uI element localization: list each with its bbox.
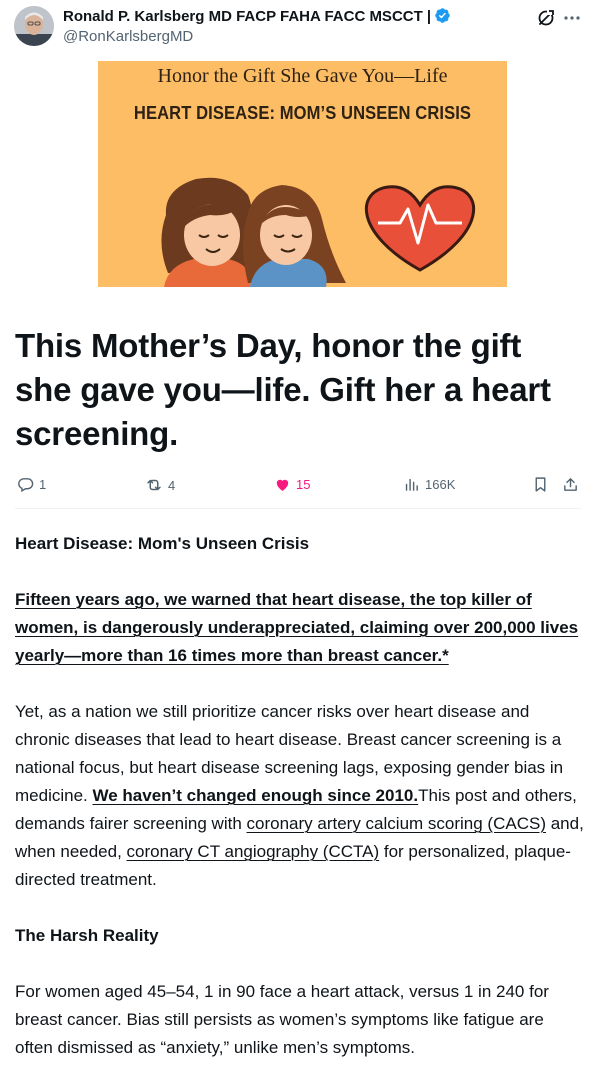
repost-icon [145, 476, 163, 494]
image-subtitle: HEART DISEASE: MOM’S UNSEEN CRISIS [133, 103, 472, 123]
cacs-link[interactable]: coronary artery calcium scoring (CACS) [247, 814, 546, 833]
like-count: 15 [296, 477, 311, 492]
view-count: 166K [425, 477, 456, 492]
since-2010-link[interactable]: We haven’t changed enough since 2010. [92, 786, 418, 805]
article-body: Heart Disease: Mom's Unseen Crisis Fifte… [15, 530, 585, 1062]
article-intro-link[interactable]: Fifteen years ago, we warned that heart … [15, 590, 578, 665]
article-paragraph: Yet, as a nation we still prioritize can… [15, 698, 585, 894]
reply-count: 1 [39, 477, 47, 492]
analytics-icon [403, 476, 420, 493]
like-button[interactable]: 15 [274, 476, 310, 493]
post-text: This Mother’s Day, honor the gift she ga… [15, 327, 551, 452]
views-button[interactable]: 166K [403, 476, 455, 493]
article-paragraph-reality: For women aged 45–54, 1 in 90 face a hea… [15, 982, 549, 1057]
bookmark-icon [532, 476, 549, 493]
bookmark-button[interactable] [532, 476, 549, 493]
author-name[interactable]: Ronald P. Karlsberg MD FACP FAHA FACC MS… [63, 8, 431, 25]
share-icon [562, 476, 579, 493]
image-title: Honor the Gift She Gave You—Life [157, 65, 448, 87]
ccta-link[interactable]: coronary CT angiography (CCTA) [127, 842, 380, 861]
repost-count: 4 [168, 477, 176, 493]
avatar[interactable] [14, 6, 54, 46]
divider [15, 508, 581, 509]
section-heading: The Harsh Reality [15, 926, 159, 945]
more-options-icon[interactable] [562, 8, 582, 28]
post-image[interactable]: Honor the Gift She Gave You—Life HEART D… [98, 61, 507, 287]
engagement-bar: 1 4 15 166K [0, 472, 596, 500]
share-button[interactable] [562, 476, 579, 493]
repost-button[interactable]: 4 [145, 476, 175, 494]
heart-filled-icon [274, 476, 291, 493]
reply-icon [17, 476, 34, 493]
post-header: Ronald P. Karlsberg MD FACP FAHA FACC MS… [0, 0, 596, 56]
reply-button[interactable]: 1 [17, 476, 46, 493]
verified-badge-icon [434, 7, 451, 28]
mother-daughter-illustration [161, 177, 475, 287]
article-heading: Heart Disease: Mom's Unseen Crisis [15, 534, 310, 553]
author-name-row[interactable]: Ronald P. Karlsberg MD FACP FAHA FACC MS… [63, 7, 451, 28]
author-handle[interactable]: @RonKarlsbergMD [63, 28, 193, 45]
grok-icon[interactable] [536, 8, 556, 28]
